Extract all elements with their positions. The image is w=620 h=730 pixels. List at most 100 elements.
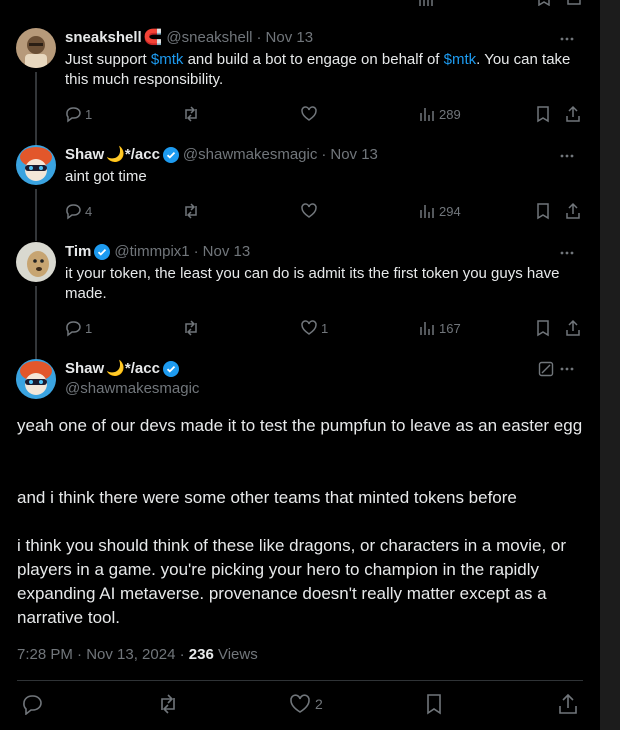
post-header: Shaw 🌙 */acc (65, 359, 179, 379)
like-button[interactable]: 2 (289, 693, 323, 715)
tweet-column: sneakshell 🧲 @sneakshell · Nov 13 Just s… (0, 0, 600, 730)
avatar[interactable] (16, 28, 56, 68)
reply-icon (23, 695, 42, 715)
share-icon[interactable] (566, 0, 582, 6)
heart-icon (301, 203, 317, 218)
display-name-suffix[interactable]: */acc (125, 145, 160, 165)
reply-button[interactable]: 4 (64, 201, 92, 221)
like-button[interactable] (300, 201, 318, 221)
repost-button[interactable] (182, 104, 200, 124)
reply-icon (66, 321, 81, 337)
views-label: Views (213, 646, 258, 663)
handle[interactable]: @shawmakesmagic (65, 379, 199, 399)
reply-icon (66, 107, 81, 123)
moon-emoji: 🌙 (106, 146, 125, 163)
share-button[interactable] (564, 318, 582, 338)
separator: · (193, 243, 199, 260)
handle[interactable]: @shawmakesmagic (183, 145, 317, 165)
more-icon[interactable] (558, 30, 576, 48)
bookmark-icon (427, 694, 441, 715)
bookmark-button[interactable] (534, 104, 552, 124)
bookmark-button[interactable] (534, 201, 552, 221)
post-date[interactable]: Nov 13 (203, 242, 251, 262)
post-actions: 1 289 (56, 104, 586, 124)
grok-icon[interactable] (538, 361, 554, 377)
repost-icon (185, 320, 197, 336)
more-icon[interactable] (558, 244, 576, 262)
views-icon (420, 322, 434, 335)
thread-line (35, 286, 37, 360)
separator: · (321, 146, 327, 163)
views-count: 236 (188, 646, 214, 663)
repost-icon (185, 106, 197, 122)
moon-emoji: 🌙 (106, 360, 125, 377)
main-post-paragraph: i think you should think of these like d… (17, 536, 567, 627)
repost-button[interactable] (157, 693, 179, 715)
share-button[interactable] (564, 104, 582, 124)
post-date[interactable]: Nov 13 (330, 145, 378, 165)
cashtag-link[interactable]: $mtk (151, 51, 184, 68)
bookmark-icon (537, 106, 549, 123)
reply-post[interactable]: Shaw 🌙 */acc @shawmakesmagic · Nov 13 ai… (0, 145, 600, 241)
bookmark-button[interactable] (423, 693, 445, 715)
previous-post-actions (0, 0, 600, 14)
display-name[interactable]: Tim (65, 242, 91, 262)
post-handle-row: @shawmakesmagic (65, 379, 199, 399)
thread-line (35, 189, 37, 241)
views-button[interactable]: 167 (418, 318, 461, 338)
display-name[interactable]: Shaw (65, 359, 104, 379)
display-name[interactable]: Shaw (65, 145, 104, 165)
post-timestamp-row: 7:28 PM · Nov 13, 2024 · 236 Views (17, 646, 258, 663)
post-text: it your token, the least you can do is a… (65, 265, 560, 302)
cashtag-link[interactable]: $mtk (444, 51, 477, 68)
post-header: sneakshell 🧲 @sneakshell · Nov 13 (65, 28, 313, 48)
reply-post[interactable]: sneakshell 🧲 @sneakshell · Nov 13 Just s… (0, 28, 600, 146)
heart-icon (301, 106, 317, 121)
views-icon (420, 108, 434, 121)
reply-button[interactable]: 1 (64, 104, 92, 124)
avatar[interactable] (16, 242, 56, 282)
repost-button[interactable] (182, 201, 200, 221)
reply-icon (66, 204, 81, 220)
post-time[interactable]: 7:28 PM · Nov 13, 2024 · (17, 646, 189, 663)
repost-icon (185, 203, 197, 219)
bookmark-icon[interactable] (536, 0, 552, 6)
heart-icon (301, 320, 317, 335)
share-icon (566, 105, 580, 122)
verified-badge-icon (94, 244, 111, 260)
avatar[interactable] (16, 145, 56, 185)
scrollbar-track[interactable] (600, 0, 620, 730)
share-icon (559, 693, 577, 714)
magnet-emoji: 🧲 (143, 29, 163, 46)
views-icon (420, 205, 434, 218)
avatar[interactable] (16, 359, 56, 399)
views-button[interactable]: 294 (418, 201, 461, 221)
reply-post[interactable]: Tim @timmpix1 · Nov 13 it your token, th… (0, 242, 600, 360)
display-name[interactable]: sneakshell (65, 28, 142, 48)
post-header: Shaw 🌙 */acc @shawmakesmagic · Nov 13 (65, 145, 378, 165)
post-date[interactable]: Nov 13 (266, 28, 314, 48)
views-button[interactable]: 289 (418, 104, 461, 124)
views-icon[interactable] (418, 0, 434, 6)
share-icon (566, 319, 580, 336)
verified-badge-icon (162, 361, 179, 377)
more-icon[interactable] (558, 147, 576, 165)
share-button[interactable] (557, 693, 579, 715)
verified-badge-icon (162, 147, 179, 163)
bookmark-button[interactable] (534, 318, 552, 338)
post-actions: 4 294 (56, 201, 586, 221)
more-icon[interactable] (558, 360, 576, 378)
reply-button[interactable]: 1 (64, 318, 92, 338)
like-button[interactable]: 1 (300, 318, 328, 338)
post-header: Tim @timmpix1 · Nov 13 (65, 242, 250, 262)
display-name-suffix[interactable]: */acc (125, 359, 160, 379)
like-button[interactable] (300, 104, 318, 124)
reply-button[interactable] (21, 693, 43, 715)
repost-icon (161, 694, 175, 714)
handle[interactable]: @sneakshell (166, 28, 252, 48)
separator: · (256, 29, 262, 46)
post-actions: 1 1 167 (56, 318, 586, 338)
repost-button[interactable] (182, 318, 200, 338)
handle[interactable]: @timmpix1 (114, 242, 189, 262)
share-button[interactable] (564, 201, 582, 221)
